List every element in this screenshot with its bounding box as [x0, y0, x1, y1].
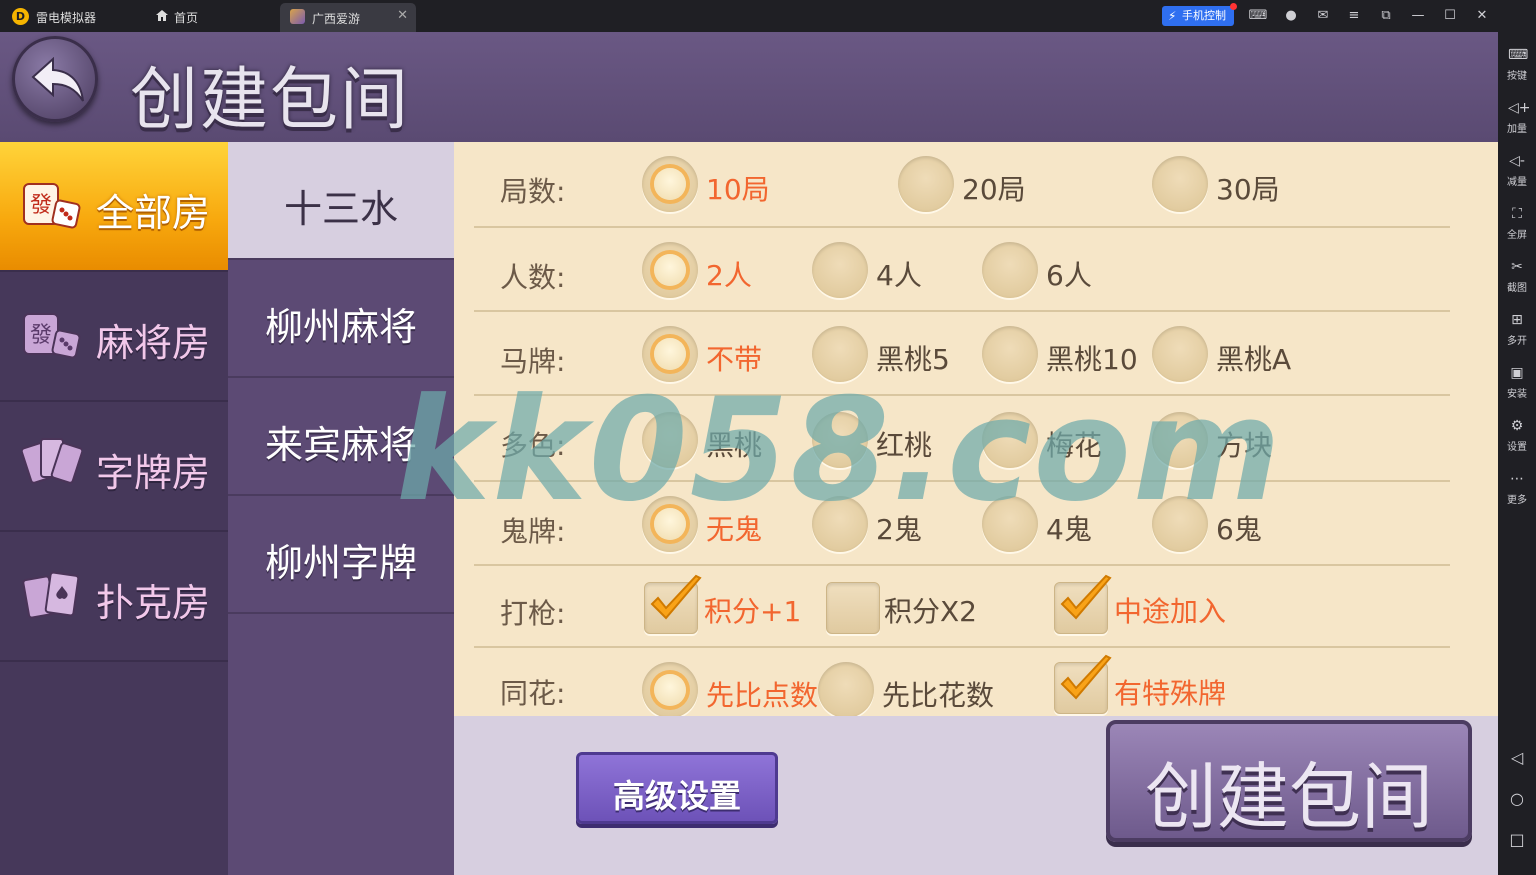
fullscreen-icon: ⛶ — [1512, 206, 1522, 222]
sidebar-volume-down[interactable]: ◁- 减量 — [1498, 146, 1536, 194]
radio[interactable] — [982, 412, 1038, 468]
checkmark-icon — [650, 574, 702, 620]
option-row-players: 人数: 2人 4人 6人 — [474, 228, 1450, 312]
category-all[interactable]: 發 全部房 — [0, 142, 228, 272]
user-icon[interactable]: ● — [1281, 6, 1301, 26]
tab-game[interactable]: 广西爱游 ✕ — [280, 3, 416, 32]
category-mahjong[interactable]: 發 麻将房 — [0, 272, 228, 402]
radio[interactable] — [1152, 156, 1208, 212]
mahjong-tile-icon: 發 — [23, 313, 81, 359]
mahjong-dice-icon: 發 — [23, 183, 81, 229]
multi-instance-icon: ⊞ — [1511, 312, 1523, 328]
tab-home[interactable]: 首页 — [140, 0, 278, 32]
checkmark-icon — [1060, 574, 1112, 620]
radio[interactable] — [812, 412, 868, 468]
maximize-icon[interactable]: ☐ — [1440, 6, 1460, 26]
bolt-icon: ⚡ — [1168, 9, 1177, 23]
option-row-ghost: 鬼牌: 无鬼 2鬼 4鬼 6鬼 — [474, 482, 1450, 566]
notification-dot — [1230, 3, 1237, 10]
radio-checked[interactable] — [642, 242, 698, 298]
option-row-shoot: 打枪: 积分+1 积分X2 中途加入 — [474, 566, 1450, 648]
home-icon — [156, 10, 168, 21]
radio-checked[interactable] — [642, 496, 698, 552]
radio[interactable] — [982, 496, 1038, 552]
back-arrow-icon — [31, 57, 84, 102]
sidebar-multi-instance[interactable]: ⊞ 多开 — [1498, 305, 1536, 353]
window-close-icon[interactable]: ✕ — [1472, 6, 1492, 26]
option-row-flush: 同花: 先比点数 先比花数 有特殊牌 — [474, 648, 1450, 718]
radio[interactable] — [982, 242, 1038, 298]
option-row-rounds: 局数: 10局 20局 30局 — [474, 142, 1450, 228]
sidebar-volume-up[interactable]: ◁+ 加量 — [1498, 93, 1536, 141]
game-list: 十三水 柳州麻将 来宾麻将 柳州字牌 — [228, 142, 454, 875]
radio-checked[interactable] — [642, 326, 698, 382]
radio[interactable] — [812, 242, 868, 298]
close-icon[interactable]: ✕ — [397, 8, 408, 23]
sidebar-more[interactable]: ⋯ 更多 — [1498, 464, 1536, 512]
restore-icon[interactable]: ⧉ — [1376, 6, 1396, 26]
radio-checked[interactable] — [642, 662, 698, 718]
android-recents-icon[interactable]: □ — [1507, 830, 1527, 850]
game-screen: 创建包间 發 全部房 發 麻将房 字牌房 扑克房 十三水 柳州麻将 来宾麻将 柳… — [0, 32, 1498, 875]
volume-up-icon: ◁+ — [1508, 100, 1531, 116]
app-name: 雷电模拟器 — [36, 11, 97, 25]
volume-down-icon: ◁- — [1509, 153, 1525, 169]
apk-icon: ▣ — [1510, 365, 1524, 381]
emulator-sidebar: ⌨ 按键 ◁+ 加量 ◁- 减量 ⛶ 全屏 ✂ 截图 ⊞ 多开 ▣ 安装 ⚙ 设置 ⋯ 更多 ◁ … — [1498, 32, 1536, 875]
header: 创建包间 — [0, 32, 1498, 142]
radio[interactable] — [982, 326, 1038, 382]
option-row-multicolor: 多色: 黑桃 红桃 梅花 方块 — [474, 396, 1450, 482]
radio[interactable] — [898, 156, 954, 212]
sidebar-keymap[interactable]: ⌨ 按键 — [1498, 40, 1536, 88]
checkmark-icon — [1060, 654, 1112, 700]
options-panel: 局数: 10局 20局 30局 人数: 2人 4人 6人 马牌: 不带 黑桃5 … — [454, 142, 1498, 718]
category-zipai[interactable]: 字牌房 — [0, 402, 228, 532]
game-item-shisanshui[interactable]: 十三水 — [228, 142, 454, 260]
radio-checked[interactable] — [642, 156, 698, 212]
gamepad-icon[interactable]: ⌨ — [1248, 6, 1268, 26]
radio[interactable] — [1152, 326, 1208, 382]
emulator-titlebar: D 雷电模拟器 首页 广西爱游 ✕ ⚡ 手机控制 ⌨ ● ✉ ≡ ⧉ — ☐ ✕ — [0, 0, 1536, 32]
app-logo-icon: D — [12, 8, 29, 25]
android-back-icon[interactable]: ◁ — [1507, 748, 1527, 768]
sidebar-install-apk[interactable]: ▣ 安装 — [1498, 358, 1536, 406]
more-icon: ⋯ — [1510, 471, 1524, 487]
sidebar-screenshot[interactable]: ✂ 截图 — [1498, 252, 1536, 300]
radio[interactable] — [812, 496, 868, 552]
svg-text:發: 發 — [30, 323, 52, 348]
game-item-liuzhou-zipai[interactable]: 柳州字牌 — [228, 496, 454, 614]
svg-text:發: 發 — [30, 193, 52, 218]
game-item-liuzhou-mahjong[interactable]: 柳州麻将 — [228, 260, 454, 378]
create-room-button[interactable]: 创建包间 — [1106, 720, 1472, 842]
option-row-horse-card: 马牌: 不带 黑桃5 黑桃10 黑桃A — [474, 312, 1450, 396]
checkbox[interactable] — [826, 582, 880, 634]
radio[interactable] — [1152, 496, 1208, 552]
scissors-icon: ✂ — [1511, 259, 1523, 275]
back-button[interactable] — [12, 36, 98, 122]
game-item-laibin-mahjong[interactable]: 来宾麻将 — [228, 378, 454, 496]
radio[interactable] — [1152, 412, 1208, 468]
radio[interactable] — [812, 326, 868, 382]
gear-icon: ⚙ — [1510, 418, 1524, 434]
menu-icon[interactable]: ≡ — [1344, 6, 1364, 26]
phone-control-button[interactable]: ⚡ 手机控制 — [1162, 3, 1237, 26]
poker-cards-icon — [22, 571, 80, 619]
sidebar-settings[interactable]: ⚙ 设置 — [1498, 411, 1536, 459]
page-title: 创建包间 — [130, 61, 411, 140]
radio[interactable] — [818, 662, 874, 718]
category-poker[interactable]: 扑克房 — [0, 532, 228, 662]
android-home-icon[interactable]: ○ — [1507, 789, 1527, 809]
zipai-cards-icon — [22, 438, 82, 484]
minimize-icon[interactable]: — — [1408, 6, 1428, 26]
advanced-settings-button[interactable]: 高级设置 — [576, 752, 778, 824]
bottom-bar: 高级设置 创建包间 — [454, 716, 1498, 875]
category-list: 發 全部房 發 麻将房 字牌房 扑克房 — [0, 142, 228, 875]
keyboard-icon: ⌨ — [1508, 47, 1529, 63]
radio[interactable] — [642, 412, 698, 468]
sidebar-fullscreen[interactable]: ⛶ 全屏 — [1498, 199, 1536, 247]
mail-icon[interactable]: ✉ — [1313, 6, 1333, 26]
game-icon — [290, 9, 305, 24]
